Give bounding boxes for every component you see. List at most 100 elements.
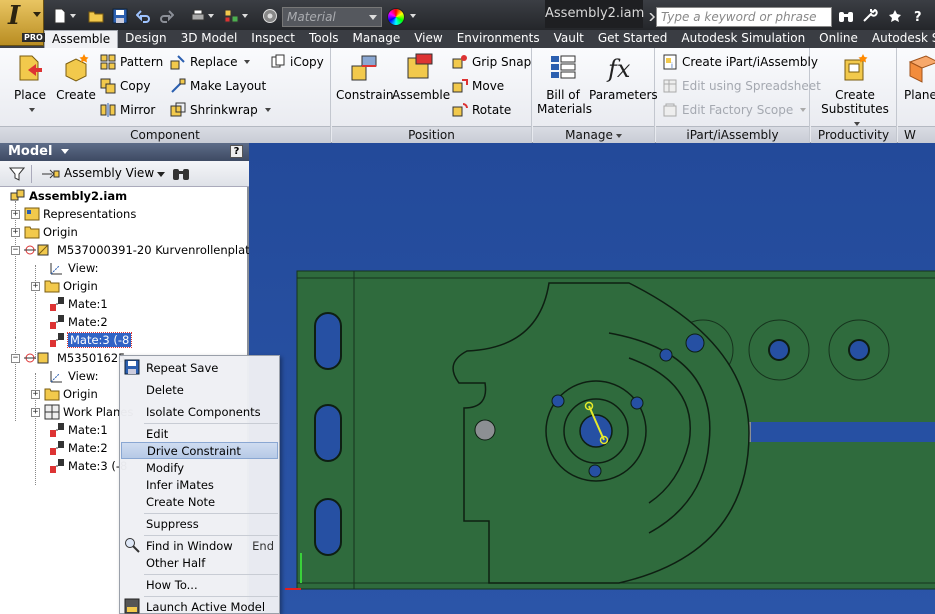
menu-item-launch-active-model[interactable]: Launch Active Model xyxy=(121,598,278,614)
tree-node-mate[interactable]: Mate:3 (-8 xyxy=(49,457,127,475)
tab-design[interactable]: Design xyxy=(118,30,173,48)
icopy-button[interactable]: iCopy xyxy=(270,52,324,72)
tree-node-origin[interactable]: + Origin xyxy=(31,385,98,403)
manage-group-chevron-icon[interactable] xyxy=(615,133,622,138)
move-button[interactable]: Move xyxy=(452,76,504,96)
help-icon[interactable]: ? xyxy=(911,9,927,23)
select-icon[interactable] xyxy=(224,8,240,24)
tree-node-mate[interactable]: Mate:2 xyxy=(49,313,108,331)
tree-node-origin[interactable]: + Origin xyxy=(31,277,98,295)
print-icon[interactable] xyxy=(190,8,206,24)
tab-inspect[interactable]: Inspect xyxy=(244,30,302,48)
tree-node-part-1[interactable]: − M537000391-20 Kurvenrollenplatte:1 xyxy=(11,241,272,259)
search-input[interactable] xyxy=(657,8,831,26)
menu-item-suppress[interactable]: Suppress xyxy=(121,515,278,532)
menu-item-other-half[interactable]: Other Half xyxy=(121,554,278,571)
graphics-viewport[interactable] xyxy=(249,143,935,614)
appearance-icon[interactable] xyxy=(262,8,278,24)
application-menu-button[interactable]: I PRO xyxy=(0,0,45,46)
menu-item-find-in-window[interactable]: Find in Window End xyxy=(121,537,278,554)
tab-assemble[interactable]: Assemble xyxy=(44,30,119,49)
tree-node-representations[interactable]: + Representations xyxy=(11,205,136,223)
tree-node-root[interactable]: Assembly2.iam xyxy=(10,187,127,205)
menu-item-drive-constraint[interactable]: Drive Constraint xyxy=(121,442,278,459)
filter-icon[interactable] xyxy=(9,166,25,182)
menu-item-infer-imates[interactable]: Infer iMates xyxy=(121,476,278,493)
collapse-icon[interactable]: − xyxy=(11,353,20,363)
rotate-button[interactable]: Rotate xyxy=(452,100,511,120)
replace-dropdown-chevron-icon[interactable] xyxy=(244,60,251,64)
make-layout-button[interactable]: Make Layout xyxy=(170,76,266,96)
tab-view[interactable]: View xyxy=(407,30,449,48)
color-dropdown-chevron-icon[interactable] xyxy=(410,14,416,18)
replace-button[interactable]: Replace xyxy=(170,52,251,72)
material-combo-chevron-icon[interactable] xyxy=(369,15,377,20)
tab-environments[interactable]: Environments xyxy=(450,30,547,48)
menu-item-modify[interactable]: Modify xyxy=(121,459,278,476)
menu-item-isolate-components[interactable]: Isolate Components xyxy=(121,403,278,420)
tab-online[interactable]: Online xyxy=(812,30,865,48)
menu-item-how-to[interactable]: How To... xyxy=(121,576,278,593)
expand-icon[interactable]: + xyxy=(11,209,20,219)
assemble-button[interactable]: Assemble xyxy=(392,52,450,102)
tab-autodesk-si[interactable]: Autodesk Si xyxy=(865,30,935,48)
create-substitutes-button[interactable]: Create Substitutes xyxy=(817,52,893,130)
place-dropdown-chevron-icon[interactable] xyxy=(28,107,35,112)
create-ipart-button[interactable]: i Create iPart/iAssembly xyxy=(662,52,818,72)
manage-group-title[interactable]: Manage xyxy=(533,126,654,143)
copy-button[interactable]: Copy xyxy=(100,76,150,96)
assembly-view-label[interactable]: Assembly View xyxy=(64,166,154,180)
collapse-icon[interactable]: − xyxy=(11,245,20,255)
place-button[interactable]: Place xyxy=(8,52,52,116)
tree-node-mate[interactable]: Mate:2 xyxy=(49,439,108,457)
search-expand-chevron-icon[interactable] xyxy=(648,13,656,21)
tree-node-mate[interactable]: Mate:1 xyxy=(49,421,108,439)
shrinkwrap-button[interactable]: Shrinkwrap xyxy=(170,100,271,120)
tree-node-origin[interactable]: + Origin xyxy=(11,223,78,241)
browser-title-chevron-icon[interactable] xyxy=(60,149,69,154)
tree-node-mate[interactable]: Mate:1 xyxy=(49,295,108,313)
expand-icon[interactable]: + xyxy=(31,389,40,399)
create-button[interactable]: Create xyxy=(56,52,96,102)
open-icon[interactable] xyxy=(88,8,104,24)
edit-spreadsheet-button[interactable]: Edit using Spreadsheet xyxy=(662,76,821,96)
expand-icon[interactable]: + xyxy=(31,407,40,417)
tree-node-view[interactable]: View: xyxy=(49,367,99,385)
tab-vault[interactable]: Vault xyxy=(547,30,591,48)
assembly-view-icon[interactable] xyxy=(40,166,60,182)
shrinkwrap-dropdown-chevron-icon[interactable] xyxy=(264,108,271,112)
menu-item-delete[interactable]: Delete xyxy=(121,381,278,398)
expand-icon[interactable]: + xyxy=(11,227,20,237)
tab-3d-model[interactable]: 3D Model xyxy=(174,30,245,48)
parameters-button[interactable]: fx Parameters xyxy=(589,52,658,102)
tree-node-part-2[interactable]: − M53501625 xyxy=(11,349,125,367)
tree-node-work-planes[interactable]: + Work Planes xyxy=(31,403,133,421)
browser-help-icon[interactable]: ? xyxy=(230,145,243,158)
new-icon[interactable] xyxy=(52,8,68,24)
edit-factory-scope-button[interactable]: Edit Factory Scope xyxy=(662,100,807,120)
edit-factory-dropdown-chevron-icon[interactable] xyxy=(800,108,807,112)
color-wheel-icon[interactable] xyxy=(387,8,405,26)
print-dropdown-chevron-icon[interactable] xyxy=(208,14,214,18)
plane-button[interactable]: Plane xyxy=(904,52,935,102)
expand-icon[interactable]: + xyxy=(31,281,40,291)
binoculars-icon[interactable] xyxy=(838,9,854,23)
undo-icon[interactable] xyxy=(136,8,152,24)
grip-snap-button[interactable]: Grip Snap xyxy=(452,52,531,72)
assembly-view-chevron-icon[interactable] xyxy=(157,172,165,177)
tab-manage[interactable]: Manage xyxy=(346,30,408,48)
menu-item-edit[interactable]: Edit xyxy=(121,425,278,442)
tab-tools[interactable]: Tools xyxy=(302,30,346,48)
create-substitutes-chevron-icon[interactable] xyxy=(853,121,860,126)
menu-item-create-note[interactable]: Create Note xyxy=(121,493,278,510)
menu-item-repeat-save[interactable]: Repeat Save xyxy=(121,359,278,376)
save-icon[interactable] xyxy=(112,8,128,24)
tab-autodesk-simulation[interactable]: Autodesk Simulation xyxy=(674,30,812,48)
tree-node-mate-selected[interactable]: Mate:3 (-8 xyxy=(49,331,133,349)
assembly-model-render[interactable] xyxy=(249,143,935,614)
tab-get-started[interactable]: Get Started xyxy=(591,30,675,48)
material-combo[interactable]: Material xyxy=(282,7,382,27)
wrench-icon[interactable] xyxy=(862,9,878,23)
find-binoculars-icon[interactable] xyxy=(172,166,190,182)
tree-node-view[interactable]: View: xyxy=(49,259,99,277)
